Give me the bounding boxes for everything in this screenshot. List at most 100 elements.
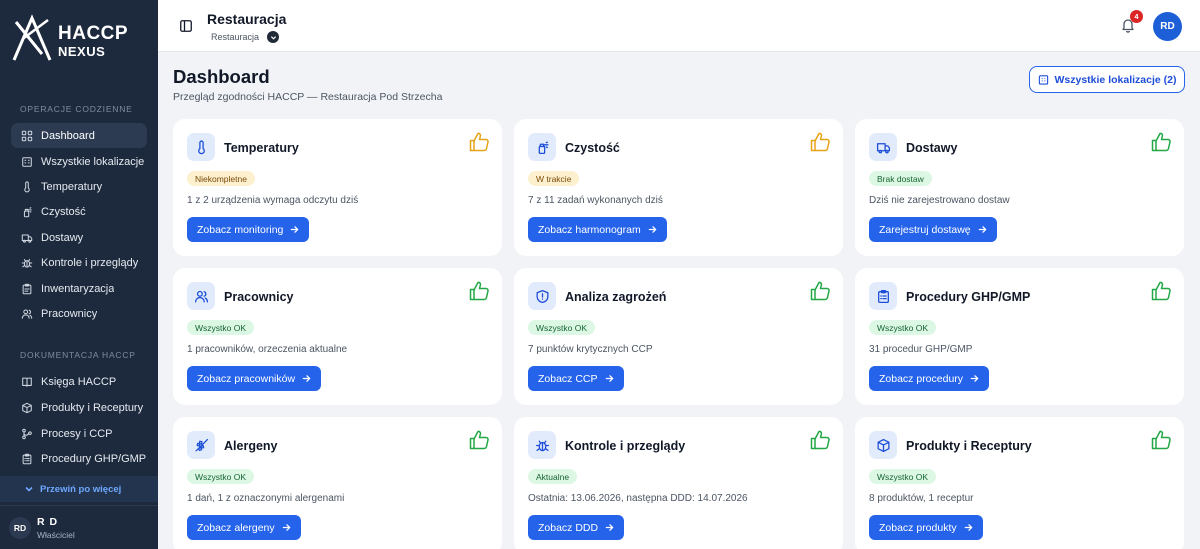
- sidebar-toggle-icon[interactable]: [180, 20, 192, 32]
- card-description: 1 z 2 urządzenia wymaga odczytu dziś: [187, 195, 359, 206]
- card-title: Alergeny: [224, 439, 278, 453]
- all-locations-button[interactable]: Wszystkie lokalizacje (2): [1029, 66, 1185, 93]
- users-icon: [187, 282, 215, 310]
- card-action-button[interactable]: Zobacz monitoring: [187, 217, 310, 242]
- notification-badge: 4: [1130, 10, 1143, 23]
- status-card: Alergeny Wszystko OK 1 dań, 1 z oznaczonym…: [173, 417, 502, 549]
- scroll-more-label: Przewiń po więcej: [40, 483, 122, 495]
- user-avatar: RD: [9, 516, 31, 539]
- thumbs-up-icon: [469, 430, 489, 450]
- status-badge: W trakcie: [528, 171, 580, 186]
- card-action-button[interactable]: Zarejestruj dostawę: [869, 217, 997, 242]
- scroll-more-button[interactable]: Przewiń po więcej: [0, 476, 158, 502]
- sidebar-item-label: Czystość: [41, 205, 86, 218]
- card-action-label: Zobacz CCP: [538, 372, 598, 385]
- card-action-label: Zobacz DDD: [538, 521, 599, 534]
- sidebar-item-czystość[interactable]: Czystość: [11, 199, 147, 224]
- status-badge: Aktualne: [528, 469, 578, 484]
- arrow-right-icon: [648, 226, 657, 233]
- sidebar: HACCP NEXUS OPERACJE CODZIENNE DOKUMENTA…: [0, 0, 158, 549]
- arrow-right-icon: [605, 375, 614, 382]
- box-icon: [21, 402, 33, 414]
- user-name: R D: [37, 515, 59, 528]
- card-title: Czystość: [565, 141, 620, 155]
- sidebar-item-label: Księga HACCP: [41, 375, 117, 388]
- card-action-label: Zobacz monitoring: [197, 223, 284, 236]
- sidebar-item-label: Inwentaryzacja: [41, 282, 115, 295]
- card-action-label: Zobacz pracowników: [197, 372, 296, 385]
- thumbs-up-icon: [1151, 281, 1171, 301]
- status-card: Kontrole i przeglądy Aktualne Ostatnia: 13…: [514, 417, 843, 549]
- card-action-button[interactable]: Zobacz DDD: [528, 515, 625, 540]
- location-title: Restauracja: [207, 11, 287, 27]
- shield-icon: [528, 282, 556, 310]
- card-title: Dostawy: [906, 141, 958, 155]
- card-description: Dziś nie zarejestrowano dostaw: [869, 195, 1010, 206]
- thermometer-icon: [21, 180, 33, 193]
- arrow-right-icon: [964, 524, 973, 531]
- sidebar-item-produkty-i-receptury[interactable]: Produkty i Receptury: [11, 395, 147, 420]
- status-badge: Wszystko OK: [187, 320, 255, 335]
- sidebar-item-procesy-i-ccp[interactable]: Procesy i CCP: [11, 421, 147, 446]
- card-title: Procedury GHP/GMP: [906, 290, 1031, 304]
- wheat-icon: [187, 431, 215, 459]
- sidebar-item-inwentaryzacja[interactable]: Inwentaryzacja: [11, 276, 147, 301]
- spray-icon: [528, 133, 556, 161]
- card-description: 8 produktów, 1 receptur: [869, 493, 974, 504]
- card-action-button[interactable]: Zobacz produkty: [869, 515, 983, 540]
- card-action-label: Zobacz alergeny: [197, 521, 275, 534]
- sidebar-item-label: Dashboard: [41, 129, 95, 142]
- sidebar-item-księga-haccp[interactable]: Księga HACCP: [11, 369, 147, 394]
- arrow-right-icon: [282, 524, 291, 531]
- card-action-button[interactable]: Zobacz CCP: [528, 366, 624, 391]
- sidebar-item-label: Procedury GHP/GMP: [41, 452, 147, 465]
- status-card: Produkty i Receptury Wszystko OK 8 produkt…: [855, 417, 1184, 549]
- sidebar-item-dostawy[interactable]: Dostawy: [11, 225, 147, 250]
- card-action-label: Zobacz procedury: [879, 372, 964, 385]
- building-icon: [1038, 75, 1048, 85]
- all-locations-label: Wszystkie lokalizacje (2): [1054, 73, 1177, 86]
- thumbs-up-icon: [810, 281, 830, 301]
- sidebar-item-kontrole-i-przeglądy[interactable]: Kontrole i przeglądy: [11, 250, 147, 275]
- sidebar-item-label: Kontrole i przeglądy: [41, 256, 139, 269]
- user-role: Właściciel: [37, 529, 75, 540]
- status-badge: Wszystko OK: [528, 320, 596, 335]
- sidebar-item-dashboard[interactable]: Dashboard: [11, 123, 147, 148]
- card-description: 7 punktów krytycznych CCP: [528, 344, 653, 355]
- box-icon: [869, 431, 897, 459]
- sidebar-item-temperatury[interactable]: Temperatury: [11, 174, 147, 199]
- card-description: 31 procedur GHP/GMP: [869, 344, 973, 355]
- page-title: Dashboard: [173, 66, 270, 87]
- chevron-down-icon: [25, 486, 33, 492]
- arrow-right-icon: [970, 375, 979, 382]
- card-action-button[interactable]: Zobacz procedury: [869, 366, 990, 391]
- sidebar-item-pracownicy[interactable]: Pracownicy: [11, 301, 147, 326]
- thumbs-up-icon: [1151, 430, 1171, 450]
- sidebar-item-procedury-ghp-gmp[interactable]: Procedury GHP/GMP: [11, 446, 147, 471]
- user-profile[interactable]: RD R D Właściciel: [0, 505, 158, 549]
- card-title: Analiza zagrożeń: [565, 290, 667, 304]
- logo[interactable]: HACCP NEXUS: [12, 14, 132, 66]
- card-action-button[interactable]: Zobacz harmonogram: [528, 217, 667, 242]
- sidebar-item-wszystkie-lokalizacje[interactable]: Wszystkie lokalizacje: [11, 149, 147, 174]
- card-title: Pracownicy: [224, 290, 294, 304]
- status-card: Dostawy Brak dostaw Dziś nie zarejestrowan…: [855, 119, 1184, 256]
- thumbs-up-icon: [469, 281, 489, 301]
- thumbs-up-icon: [1151, 132, 1171, 152]
- status-card: Temperatury Niekompletne 1 z 2 urządzenia …: [173, 119, 502, 256]
- thumbs-up-icon: [469, 132, 489, 152]
- card-action-button[interactable]: Zobacz alergeny: [187, 515, 301, 540]
- avatar[interactable]: RD: [1153, 12, 1182, 41]
- topbar: Restauracja Restauracja 4 RD: [158, 0, 1200, 52]
- thermometer-icon: [187, 133, 215, 161]
- arrow-right-icon: [291, 226, 299, 233]
- status-badge: Brak dostaw: [869, 171, 932, 186]
- arrow-right-icon: [302, 375, 311, 382]
- status-badge: Wszystko OK: [869, 469, 937, 484]
- truck-icon: [869, 133, 897, 161]
- users-icon: [21, 308, 33, 320]
- card-action-button[interactable]: Zobacz pracowników: [187, 366, 322, 391]
- status-badge: Wszystko OK: [869, 320, 937, 335]
- clipboard-icon: [21, 283, 33, 295]
- location-selector[interactable]: Restauracja: [211, 31, 280, 43]
